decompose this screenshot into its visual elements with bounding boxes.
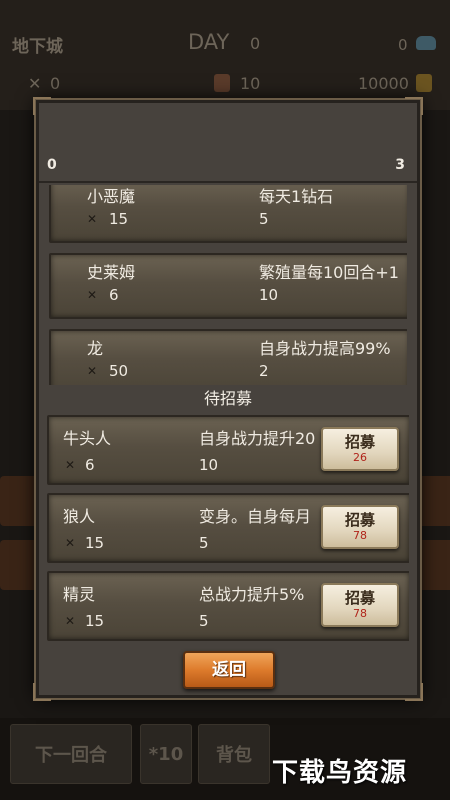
recruit-cost: 78 [353, 607, 367, 620]
monster-name: 小恶魔 [87, 187, 136, 206]
recruit-button[interactable]: 招募 78 [321, 583, 399, 627]
crossed-swords-icon: ✕ [65, 536, 76, 550]
gold-stat: 10000 [358, 74, 409, 93]
next-turn-button[interactable]: 下一回合 [10, 724, 132, 784]
recruit-dialog: 0 3 小恶魔 ✕ 15 每天1钻石 5 史莱姆 ✕ 6 繁殖量每10回合+1 … [33, 97, 423, 701]
owned-count-left: 0 [47, 157, 57, 173]
monster-level: 50 [109, 362, 129, 380]
monster-name: 狼人 [63, 507, 96, 526]
day-label: DAY [188, 30, 230, 54]
gold-bars-icon [416, 74, 432, 92]
frame-corner-ornament [405, 683, 423, 701]
crossed-swords-icon: ✕ [65, 614, 76, 628]
monster-level: 15 [85, 612, 105, 630]
monster-name: 史莱姆 [87, 263, 136, 282]
recruit-button[interactable]: 招募 26 [321, 427, 399, 471]
diamond-count: 0 [398, 36, 408, 54]
backpack-button[interactable]: 背包 [198, 724, 270, 784]
dungeon-title: 地下城 [12, 37, 63, 57]
crossed-swords-icon: ✕ [28, 74, 42, 93]
back-button[interactable]: 返回 [183, 651, 275, 689]
monster-ability: 自身战力提高99% [259, 339, 391, 358]
frame-corner-ornament [33, 683, 51, 701]
monster-name: 牛头人 [63, 429, 112, 448]
crossed-swords-icon: ✕ [87, 364, 98, 378]
monster-level: 15 [109, 210, 129, 228]
monster-ability: 自身战力提升20 [199, 429, 316, 448]
recruit-button[interactable]: 招募 78 [321, 505, 399, 549]
monster-level: 15 [85, 534, 105, 552]
monster-value: 5 [199, 612, 209, 630]
monster-level: 6 [109, 286, 119, 304]
divider [39, 181, 417, 183]
day-value: 0 [250, 34, 261, 53]
monster-value: 10 [259, 286, 279, 304]
side-building-left-1 [0, 476, 40, 526]
monster-value: 10 [199, 456, 219, 474]
owned-monster-card[interactable]: 史莱姆 ✕ 6 繁殖量每10回合+1 10 [49, 253, 407, 319]
owned-monster-card[interactable]: 龙 ✕ 50 自身战力提高99% 2 [49, 329, 407, 385]
monster-value: 5 [259, 210, 269, 228]
background-header [0, 0, 450, 110]
owned-monster-card[interactable]: 小恶魔 ✕ 15 每天1钻石 5 [49, 185, 407, 243]
crossed-swords-icon: ✕ [87, 288, 98, 302]
recruit-button-label: 招募 [344, 511, 375, 529]
level-stat: 0 [50, 74, 61, 93]
watermark: 下载鸟资源 [272, 758, 408, 788]
crossed-swords-icon: ✕ [87, 212, 98, 226]
frame-corner-ornament [33, 97, 51, 115]
population-stat: 10 [240, 74, 261, 93]
monster-ability: 每天1钻石 [259, 187, 334, 206]
monster-name: 龙 [87, 339, 104, 358]
recruit-monster-card: 牛头人 ✕ 6 自身战力提升20 10 招募 26 [47, 415, 409, 485]
monster-value: 5 [199, 534, 209, 552]
hourglass-icon [214, 74, 230, 92]
section-title-to-recruit: 待招募 [203, 389, 252, 408]
frame-corner-ornament [405, 97, 423, 115]
monster-ability: 繁殖量每10回合+1 [259, 263, 399, 282]
recruit-cost: 26 [353, 451, 367, 464]
owned-monster-list[interactable]: 小恶魔 ✕ 15 每天1钻石 5 史莱姆 ✕ 6 繁殖量每10回合+1 10 龙… [49, 185, 407, 385]
monster-ability: 总战力提升5% [199, 585, 305, 604]
recruit-cost: 78 [353, 529, 367, 542]
recruit-button-label: 招募 [344, 433, 375, 451]
monster-name: 精灵 [63, 585, 96, 604]
recruit-button-label: 招募 [344, 589, 375, 607]
monster-value: 2 [259, 362, 269, 380]
recruit-monster-card: 精灵 ✕ 15 总战力提升5% 5 招募 78 [47, 571, 409, 641]
crossed-swords-icon: ✕ [65, 458, 76, 472]
monster-ability: 变身。自身每月 [199, 507, 312, 526]
diamond-icon [416, 36, 436, 50]
owned-count-right: 3 [395, 157, 405, 173]
recruit-monster-card: 狼人 ✕ 15 变身。自身每月 5 招募 78 [47, 493, 409, 563]
times-ten-button[interactable]: *10 [140, 724, 192, 784]
side-building-left-2 [0, 540, 40, 590]
monster-level: 6 [85, 456, 95, 474]
recruit-monster-list[interactable]: 牛头人 ✕ 6 自身战力提升20 10 招募 26 狼人 ✕ 15 变身。自身每… [47, 415, 409, 649]
